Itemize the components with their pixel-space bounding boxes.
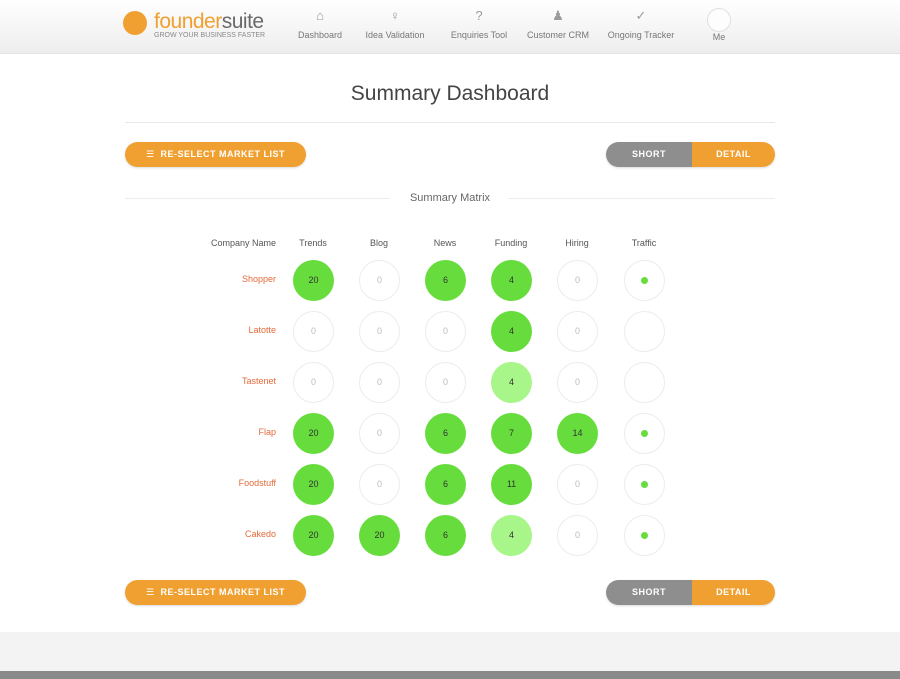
matrix-cell[interactable]: 0 — [557, 311, 598, 352]
brand-tagline: GROW YOUR BUSINESS FASTER — [154, 32, 266, 39]
nav-item-idea-validation[interactable]: ♀ Idea Validation — [354, 8, 436, 40]
matrix-cell[interactable]: 0 — [359, 464, 400, 505]
row-label: Latotte — [248, 325, 276, 335]
divider — [508, 198, 775, 199]
matrix-cell[interactable]: 0 — [293, 362, 334, 403]
matrix-cell[interactable]: 4 — [491, 515, 532, 556]
matrix-cell[interactable]: 20 — [359, 515, 400, 556]
footer-bar — [0, 671, 900, 679]
button-label: RE-SELECT MARKET LIST — [160, 149, 286, 159]
matrix-cell[interactable]: 4 — [491, 260, 532, 301]
nav-item-label: Ongoing Tracker — [607, 30, 675, 40]
column-header: News — [433, 238, 457, 248]
column-header: Trends — [299, 238, 327, 248]
matrix-cell[interactable] — [624, 311, 665, 352]
matrix-cell[interactable]: 6 — [425, 260, 466, 301]
home-icon: ⌂ — [316, 8, 324, 23]
list-icon: ☰ — [145, 587, 155, 597]
matrix-cell[interactable]: 0 — [293, 311, 334, 352]
matrix-cell[interactable]: 20 — [293, 515, 334, 556]
view-toggle-bottom: SHORT DETAIL — [606, 580, 775, 605]
row-label: Cakedo — [244, 529, 276, 539]
matrix-cell[interactable]: 0 — [557, 464, 598, 505]
matrix-cell[interactable] — [624, 464, 665, 505]
matrix-cell[interactable]: 6 — [425, 464, 466, 505]
matrix-cell[interactable]: 4 — [491, 311, 532, 352]
button-label: RE-SELECT MARKET LIST — [160, 587, 286, 597]
matrix-cell[interactable]: 20 — [293, 413, 334, 454]
matrix-cell[interactable]: 0 — [425, 311, 466, 352]
row-label: Shopper — [241, 274, 276, 284]
matrix-cell[interactable] — [624, 260, 665, 301]
footer — [0, 632, 900, 671]
dot-indicator-icon — [641, 277, 648, 284]
row-label: Flap — [258, 427, 276, 437]
matrix-cell[interactable]: 6 — [425, 413, 466, 454]
checkmark-icon: ✓ — [635, 8, 647, 23]
nav-item-dashboard[interactable]: ⌂ Dashboard — [279, 8, 361, 40]
divider — [125, 122, 775, 123]
page-title: Summary Dashboard — [350, 82, 550, 105]
matrix-cell[interactable]: 0 — [425, 362, 466, 403]
toggle-detail-button[interactable]: DETAIL — [692, 142, 775, 167]
matrix-cell[interactable]: 0 — [557, 515, 598, 556]
brand-name-part1: founder — [154, 10, 222, 33]
toggle-short-button[interactable]: SHORT — [606, 142, 692, 167]
nav-item-enquiries-tool[interactable]: ? Enquiries Tool — [438, 8, 520, 40]
nav-item-ongoing-tracker[interactable]: ✓ Ongoing Tracker — [600, 8, 682, 40]
matrix-cell[interactable]: 20 — [293, 260, 334, 301]
row-label: Tastenet — [241, 376, 276, 386]
brand-name-part2: suite — [221, 10, 264, 33]
nav-item-label: Enquiries Tool — [450, 30, 508, 40]
nav-item-me[interactable]: Me — [678, 8, 760, 42]
matrix-cell[interactable]: 0 — [557, 362, 598, 403]
logo-wordmark: foundersuite — [154, 10, 264, 34]
row-label: Foodstuff — [238, 478, 276, 488]
matrix-cell[interactable]: 7 — [491, 413, 532, 454]
column-header: Blog — [369, 238, 388, 248]
list-icon: ☰ — [145, 149, 155, 159]
nav-item-label: Me — [712, 32, 726, 42]
column-header: Traffic — [631, 238, 657, 248]
dot-indicator-icon — [641, 481, 648, 488]
matrix-cell[interactable] — [624, 362, 665, 403]
avatar-icon — [707, 8, 731, 32]
matrix-cell[interactable] — [624, 515, 665, 556]
matrix-cell[interactable]: 0 — [359, 413, 400, 454]
question-icon: ? — [475, 8, 483, 23]
matrix-cell[interactable]: 20 — [293, 464, 334, 505]
matrix-cell[interactable]: 0 — [359, 311, 400, 352]
nav-item-label: Idea Validation — [365, 30, 425, 40]
view-toggle: SHORT DETAIL — [606, 142, 775, 167]
matrix-cell[interactable]: 0 — [359, 260, 400, 301]
column-header: Hiring — [565, 238, 589, 248]
matrix-cell[interactable]: 6 — [425, 515, 466, 556]
top-navigation-bar: foundersuite GROW YOUR BUSINESS FASTER ⌂… — [0, 0, 900, 54]
matrix-cell[interactable]: 14 — [557, 413, 598, 454]
logo-mark-icon — [123, 11, 147, 35]
matrix-cell[interactable]: 0 — [557, 260, 598, 301]
matrix-cell[interactable]: 4 — [491, 362, 532, 403]
column-header: Funding — [494, 238, 528, 248]
reselect-market-list-button-bottom[interactable]: ☰ RE-SELECT MARKET LIST — [125, 580, 306, 605]
matrix-corner-label: Company Name — [210, 238, 276, 248]
nav-item-customer-crm[interactable]: ♟ Customer CRM — [517, 8, 599, 40]
matrix-cell[interactable] — [624, 413, 665, 454]
toggle-short-button[interactable]: SHORT — [606, 580, 692, 605]
dot-indicator-icon — [641, 430, 648, 437]
toggle-detail-button[interactable]: DETAIL — [692, 580, 775, 605]
reselect-market-list-button[interactable]: ☰ RE-SELECT MARKET LIST — [125, 142, 306, 167]
nav-item-label: Customer CRM — [526, 30, 589, 40]
nav-item-label: Dashboard — [297, 30, 343, 40]
matrix-cell[interactable]: 0 — [359, 362, 400, 403]
lightbulb-icon: ♀ — [390, 8, 400, 23]
dot-indicator-icon — [641, 532, 648, 539]
people-icon: ♟ — [552, 8, 564, 23]
matrix-cell[interactable]: 11 — [491, 464, 532, 505]
